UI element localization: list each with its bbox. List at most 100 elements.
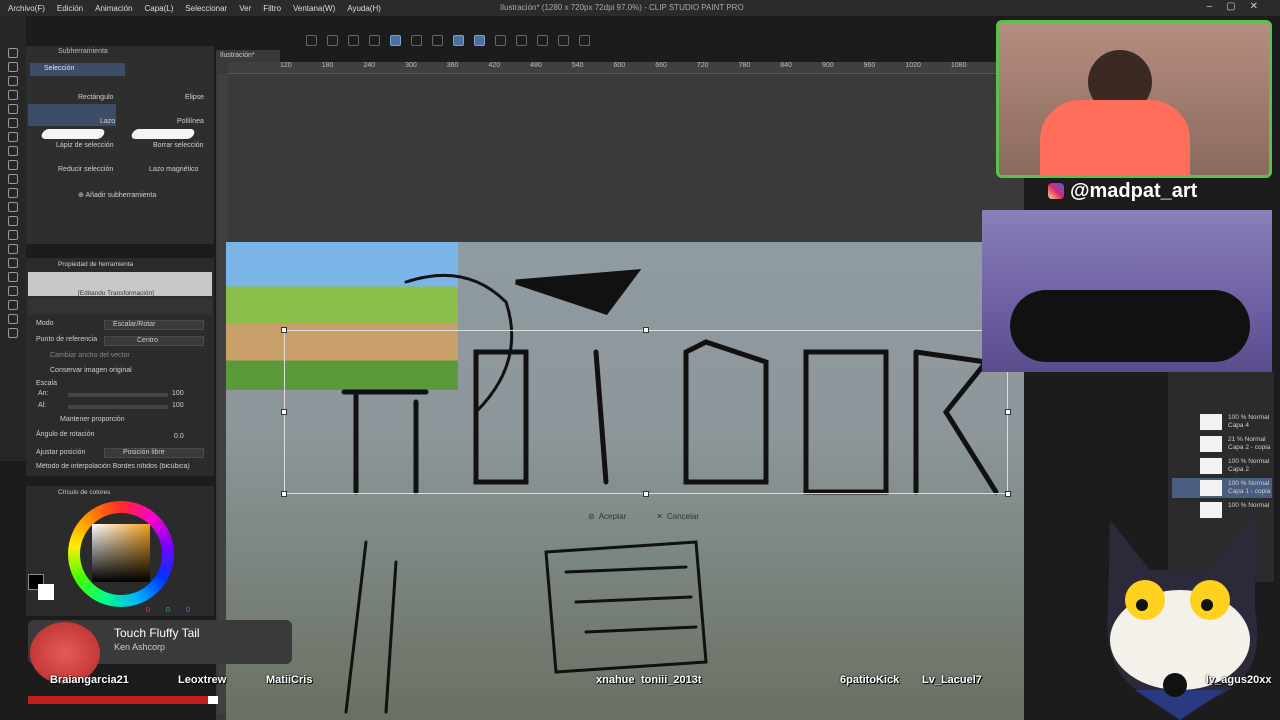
document-tab[interactable]: Ilustración*: [216, 50, 280, 62]
adjust-position-select[interactable]: Posición libre: [104, 448, 204, 458]
rotation-value[interactable]: 0.0: [174, 433, 184, 440]
grid-icon[interactable]: [579, 34, 590, 46]
crop-icon[interactable]: [516, 34, 527, 46]
transform-handle[interactable]: [281, 327, 287, 333]
mode-select[interactable]: Escalar/Rotar: [104, 320, 204, 330]
pencil-icon[interactable]: [8, 146, 18, 156]
sub-color-swatch[interactable]: [38, 584, 54, 600]
menu-animacion[interactable]: Animación: [95, 4, 132, 13]
menu-ayuda[interactable]: Ayuda(H): [347, 4, 381, 13]
subtool-tab-label[interactable]: Subherramienta: [58, 48, 108, 60]
deselect-icon[interactable]: [411, 34, 422, 46]
ruler-tick: 600: [613, 62, 626, 69]
menu-edicion[interactable]: Edición: [57, 4, 83, 13]
frame-icon[interactable]: [8, 272, 18, 282]
pen-icon[interactable]: [495, 34, 506, 46]
subtool-group-selection[interactable]: Selección: [30, 63, 125, 76]
snap-icon[interactable]: [453, 34, 464, 46]
gradient-icon[interactable]: [8, 244, 18, 254]
subtool-selection-pen[interactable]: Lápiz de selección: [56, 142, 114, 149]
keep-ratio-checkbox[interactable]: Mantener proporción: [60, 416, 125, 423]
decoration-icon[interactable]: [8, 188, 18, 198]
window-controls[interactable]: –▢✕: [1207, 1, 1272, 12]
scale-icon[interactable]: [537, 34, 548, 46]
layer-name: Capa 2 - copia: [1228, 444, 1271, 451]
cancel-button[interactable]: ✕ Cancelar: [656, 507, 699, 525]
ref-point-label: Punto de referencia: [36, 336, 98, 343]
viewer-name: Lv_Lacuel7: [922, 674, 982, 686]
correct-line-icon[interactable]: [8, 328, 18, 338]
height-value[interactable]: 100: [172, 402, 184, 409]
fill-tool-icon[interactable]: [8, 230, 18, 240]
add-subtool-button[interactable]: ⊕ Añadir subherramienta: [78, 191, 156, 199]
subtool-ellipse[interactable]: Elipse: [185, 94, 204, 101]
menu-ver[interactable]: Ver: [239, 4, 251, 13]
subtool-polyline[interactable]: Polilínea: [177, 118, 204, 125]
saturation-value-square[interactable]: [92, 524, 150, 582]
pen-tool-icon[interactable]: [8, 132, 18, 142]
operation-icon[interactable]: [8, 76, 18, 86]
layer-thumbnail: [1200, 458, 1222, 474]
layer-row[interactable]: 21 % Normal Capa 2 - copia: [1172, 434, 1272, 454]
subtool-tab[interactable]: Subherramienta: [28, 48, 212, 60]
subtool-shrink-selection[interactable]: Reducir selección: [58, 166, 113, 173]
menu-filtro[interactable]: Filtro: [263, 4, 281, 13]
layer-row[interactable]: 100 % Normal Capa 4: [1172, 412, 1272, 432]
brush-icon[interactable]: [8, 160, 18, 170]
color-value-r[interactable]: 0: [146, 607, 150, 614]
fill-icon[interactable]: [369, 34, 380, 46]
height-slider[interactable]: [68, 405, 168, 409]
undo-icon[interactable]: [306, 34, 317, 46]
transform-handle[interactable]: [643, 491, 649, 497]
line-width-option[interactable]: Cambiar ancho del vector: [50, 352, 130, 359]
accept-button[interactable]: ⊘ Aceptar: [588, 507, 626, 525]
keep-original-checkbox[interactable]: Conservar imagen original: [50, 367, 132, 374]
transform-handle[interactable]: [1005, 491, 1011, 497]
transform-bounding-box[interactable]: [281, 327, 1011, 497]
transform-handle[interactable]: [1005, 409, 1011, 415]
move-icon[interactable]: [8, 62, 18, 72]
layer-mode: 100 % Normal: [1228, 458, 1270, 465]
song-title: Touch Fluffy Tail: [114, 626, 200, 640]
menu-seleccionar[interactable]: Seleccionar: [185, 4, 227, 13]
transform-handle[interactable]: [281, 491, 287, 497]
menu-capa[interactable]: Capa(L): [145, 4, 174, 13]
selection-icon[interactable]: [8, 90, 18, 100]
adjust-position-label: Ajustar posición: [36, 449, 86, 456]
zoom-icon[interactable]: [8, 48, 18, 58]
pin-icon[interactable]: [558, 34, 569, 46]
interpolation-row[interactable]: Método de interpolación Bordes nítidos (…: [36, 463, 206, 470]
transform-icon[interactable]: [390, 34, 401, 46]
invert-icon[interactable]: [432, 34, 443, 46]
airbrush-icon[interactable]: [8, 174, 18, 184]
figure-icon[interactable]: [8, 258, 18, 268]
width-value[interactable]: 100: [172, 390, 184, 397]
width-slider[interactable]: [68, 393, 168, 397]
eraser-icon[interactable]: [8, 202, 18, 212]
ruler-icon[interactable]: [8, 286, 18, 296]
subtool-magnetic-lasso[interactable]: Lazo magnético: [149, 166, 198, 173]
menu-ventana[interactable]: Ventana(W): [293, 4, 335, 13]
subtool-rectangle[interactable]: Rectángulo: [78, 94, 113, 101]
color-value-b[interactable]: 0: [186, 607, 190, 614]
layer-row[interactable]: 100 % Normal Capa 2: [1172, 456, 1272, 476]
subtool-lasso[interactable]: Lazo: [100, 118, 115, 125]
menu-archivo[interactable]: Archivo(F): [8, 4, 45, 13]
transform-handle[interactable]: [643, 327, 649, 333]
ref-point-select[interactable]: Centro: [104, 336, 204, 346]
color-value-g[interactable]: 0: [166, 607, 170, 614]
ref-point-value: Centro: [137, 337, 159, 344]
eyedropper-icon[interactable]: [8, 118, 18, 128]
balloon-icon[interactable]: [8, 314, 18, 324]
auto-select-icon[interactable]: [8, 104, 18, 114]
snap-ruler-icon[interactable]: [474, 34, 485, 46]
horizontal-ruler: 120 180 240 300 360 420 480 540 600 660 …: [228, 62, 1008, 74]
viewer-name: toniii_2013t: [641, 674, 702, 686]
redo-icon[interactable]: [327, 34, 338, 46]
subtool-erase-selection[interactable]: Borrar selección: [153, 142, 204, 149]
text-icon[interactable]: [8, 300, 18, 310]
clear-icon[interactable]: [348, 34, 359, 46]
transform-handle[interactable]: [281, 409, 287, 415]
blend-icon[interactable]: [8, 216, 18, 226]
width-label: An:: [38, 390, 49, 397]
